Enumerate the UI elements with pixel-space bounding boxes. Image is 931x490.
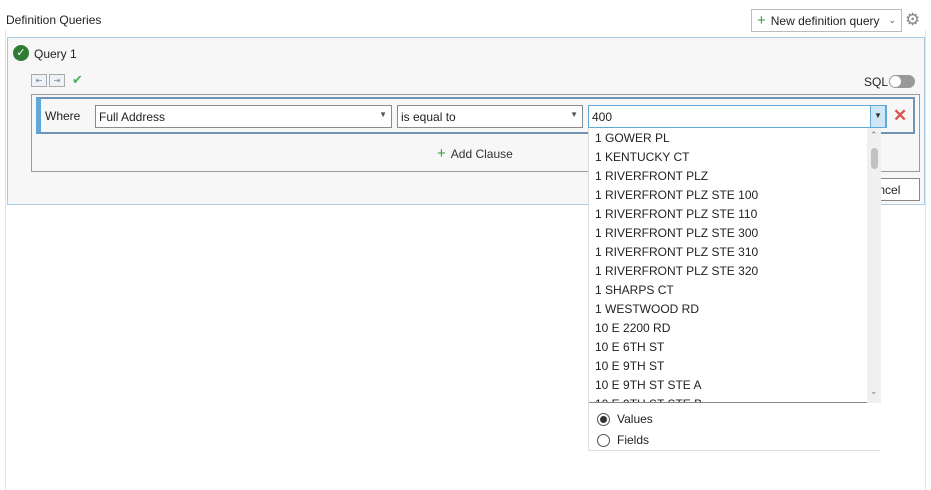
- field-select[interactable]: Full Address ▼: [95, 105, 392, 128]
- radio-checked-icon: [597, 412, 610, 426]
- operator-select[interactable]: is equal to ▼: [397, 105, 583, 128]
- plus-icon: +: [757, 12, 766, 29]
- new-query-label: New definition query: [770, 13, 880, 28]
- list-item[interactable]: 1 RIVERFRONT PLZ STE 320: [589, 261, 867, 280]
- list-item[interactable]: 1 RIVERFRONT PLZ: [589, 166, 867, 185]
- scrollbar[interactable]: ⌃ ⌄: [867, 128, 881, 403]
- add-clause-label: Add Clause: [450, 146, 513, 161]
- query-title[interactable]: Query 1: [34, 47, 77, 61]
- list-item[interactable]: 1 RIVERFRONT PLZ STE 100: [589, 185, 867, 204]
- radio-unchecked-icon: [597, 433, 610, 447]
- delete-clause-icon[interactable]: ✕: [893, 106, 907, 126]
- list-item[interactable]: 10 E 2200 RD: [589, 318, 867, 337]
- sql-label: SQL: [864, 75, 889, 89]
- operator-value: is equal to: [401, 110, 456, 124]
- fields-radio[interactable]: Fields: [597, 433, 649, 447]
- chevron-down-icon[interactable]: ⌄: [889, 15, 897, 26]
- page-title: Definition Queries: [6, 13, 102, 27]
- field-value: Full Address: [99, 110, 166, 124]
- outdent-icon[interactable]: ⇤: [31, 74, 47, 87]
- list-item[interactable]: 1 RIVERFRONT PLZ STE 300: [589, 223, 867, 242]
- value-input[interactable]: 400: [588, 105, 887, 128]
- list-item[interactable]: 1 KENTUCKY CT: [589, 147, 867, 166]
- values-radio[interactable]: Values: [597, 412, 653, 426]
- list-item[interactable]: 1 SHARPS CT: [589, 280, 867, 299]
- list-item[interactable]: 10 E 9TH ST: [589, 356, 867, 375]
- list-item[interactable]: 1 WESTWOOD RD: [589, 299, 867, 318]
- new-definition-query-button[interactable]: + New definition query ⌄: [751, 9, 902, 32]
- verify-check-icon[interactable]: ✔: [72, 72, 83, 88]
- sql-toggle[interactable]: [889, 75, 915, 88]
- list-item[interactable]: 10 E 9TH ST STE A: [589, 375, 867, 394]
- value-dropdown: 1 GOWER PL 1 KENTUCKY CT 1 RIVERFRONT PLZ 1…: [588, 128, 881, 451]
- list-item[interactable]: 1 RIVERFRONT PLZ STE 110: [589, 204, 867, 223]
- value-text: 400: [592, 110, 613, 124]
- list-item[interactable]: 10 E 9TH ST STE B: [589, 394, 867, 402]
- chevron-down-icon[interactable]: ⌄: [870, 386, 878, 397]
- list-item[interactable]: 1 GOWER PL: [589, 128, 867, 147]
- where-label: Where: [45, 109, 81, 123]
- chevron-up-icon[interactable]: ⌃: [870, 130, 878, 141]
- list-item[interactable]: 1 RIVERFRONT PLZ STE 310: [589, 242, 867, 261]
- check-circle-icon: ✓: [13, 45, 29, 61]
- gear-icon[interactable]: ⚙: [905, 10, 920, 30]
- add-clause-button[interactable]: + Add Clause: [437, 146, 513, 161]
- scrollbar-thumb[interactable]: [871, 148, 878, 169]
- chevron-down-icon: ▼: [379, 110, 387, 119]
- list-item[interactable]: 10 E 6TH ST: [589, 337, 867, 356]
- value-dropdown-button[interactable]: ▼: [870, 105, 886, 128]
- values-label: Values: [617, 412, 653, 426]
- plus-icon: +: [437, 145, 446, 162]
- indent-icon[interactable]: ⇥: [49, 74, 65, 87]
- chevron-down-icon: ▼: [570, 110, 578, 119]
- value-list: 1 GOWER PL 1 KENTUCKY CT 1 RIVERFRONT PLZ 1…: [589, 128, 867, 403]
- fields-label: Fields: [617, 433, 650, 447]
